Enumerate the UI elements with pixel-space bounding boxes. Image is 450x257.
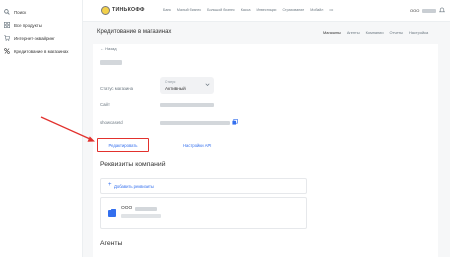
search-icon <box>4 9 10 15</box>
nav-cashbox[interactable]: Касса <box>241 8 251 12</box>
nav-small-business[interactable]: Малый бизнес <box>177 8 201 12</box>
shop-name-redacted <box>100 60 122 65</box>
showcase-label: showcaseId <box>100 120 123 125</box>
status-select-value: Активный <box>165 85 186 91</box>
company-name-redacted <box>135 207 157 211</box>
tab-reports[interactable]: Отчеты <box>390 30 403 35</box>
user-org[interactable]: ООО <box>410 8 419 13</box>
sidebar-item-label: Все продукты <box>14 22 42 28</box>
copy-icon[interactable] <box>232 118 238 125</box>
grid-icon <box>4 22 10 28</box>
sidebar-item-acquiring[interactable]: Интернет-эквайринг <box>4 33 55 43</box>
agents-title: Агенты <box>100 240 123 247</box>
site-label: Сайт <box>100 102 110 107</box>
nav-mobile[interactable]: Мобайл <box>310 8 323 12</box>
tab-companies[interactable]: Компании <box>366 30 384 35</box>
user-org-redacted <box>422 8 436 13</box>
sidebar-item-all-products[interactable]: Все продукты <box>4 20 42 30</box>
sidebar: Поиск Все продукты Интернет-эквайринг Кр… <box>0 0 83 257</box>
page-title: Кредитование в магазинах <box>97 29 172 35</box>
add-requisites-link[interactable]: Добавить реквизиты <box>114 184 154 189</box>
sidebar-item-credit[interactable]: Кредитование в магазинах <box>4 46 68 56</box>
nav-big-business[interactable]: Большой бизнес <box>207 8 235 12</box>
topbar: ТИНЬКОФФ Банк Малый бизнес Большой бизне… <box>83 0 450 22</box>
companies-title: Реквизиты компаний <box>100 161 166 168</box>
showcase-value-redacted <box>160 121 230 125</box>
tab-shops[interactable]: Магазины <box>323 30 341 35</box>
sidebar-item-label: Интернет-эквайринг <box>14 35 55 41</box>
status-select[interactable]: Статус Активный <box>160 77 214 94</box>
edit-button[interactable]: Редактировать <box>97 138 149 152</box>
edit-button-label: Редактировать <box>108 142 138 148</box>
nav-investments[interactable]: Инвестиции <box>256 8 276 12</box>
content-area: ← Назад Статус магазина Статус Активный … <box>83 44 450 257</box>
bank-logo[interactable] <box>101 6 110 15</box>
company-details-redacted <box>121 214 161 218</box>
shop-card: ← Назад Статус магазина Статус Активный … <box>93 44 438 257</box>
percent-icon <box>4 48 10 54</box>
briefcase-icon <box>108 208 116 217</box>
status-select-caption: Статус <box>165 80 176 84</box>
company-name: ООО <box>121 206 133 211</box>
nav-more[interactable]: ••• <box>329 8 333 12</box>
api-settings-link[interactable]: Настройки API <box>183 143 211 148</box>
cart-icon <box>4 35 10 41</box>
nav-insurance[interactable]: Страхование <box>282 8 304 12</box>
nav-bank[interactable]: Банк <box>163 8 171 12</box>
back-link[interactable]: ← Назад <box>100 46 117 51</box>
logo-text[interactable]: ТИНЬКОФФ <box>112 7 145 13</box>
sidebar-item-label: Кредитование в магазинах <box>14 48 69 54</box>
site-value-redacted <box>160 103 214 107</box>
tab-agents[interactable]: Агенты <box>347 30 360 35</box>
plus-icon: + <box>108 182 112 188</box>
top-nav: Банк Малый бизнес Большой бизнес Касса И… <box>163 8 333 12</box>
notifications-icon[interactable] <box>437 5 447 15</box>
tabs: Магазины Агенты Компании Отчеты Настройк… <box>323 30 428 35</box>
chevron-down-icon <box>205 82 210 89</box>
add-requisites-box[interactable]: + Добавить реквизиты <box>100 178 307 194</box>
sidebar-item-search[interactable]: Поиск <box>4 7 26 17</box>
status-label: Статус магазина <box>100 86 134 91</box>
page-header: Кредитование в магазинах Магазины Агенты… <box>83 22 450 44</box>
company-card[interactable]: ООО <box>100 197 307 229</box>
sidebar-item-label: Поиск <box>14 9 27 15</box>
tab-settings[interactable]: Настройка <box>409 30 428 35</box>
